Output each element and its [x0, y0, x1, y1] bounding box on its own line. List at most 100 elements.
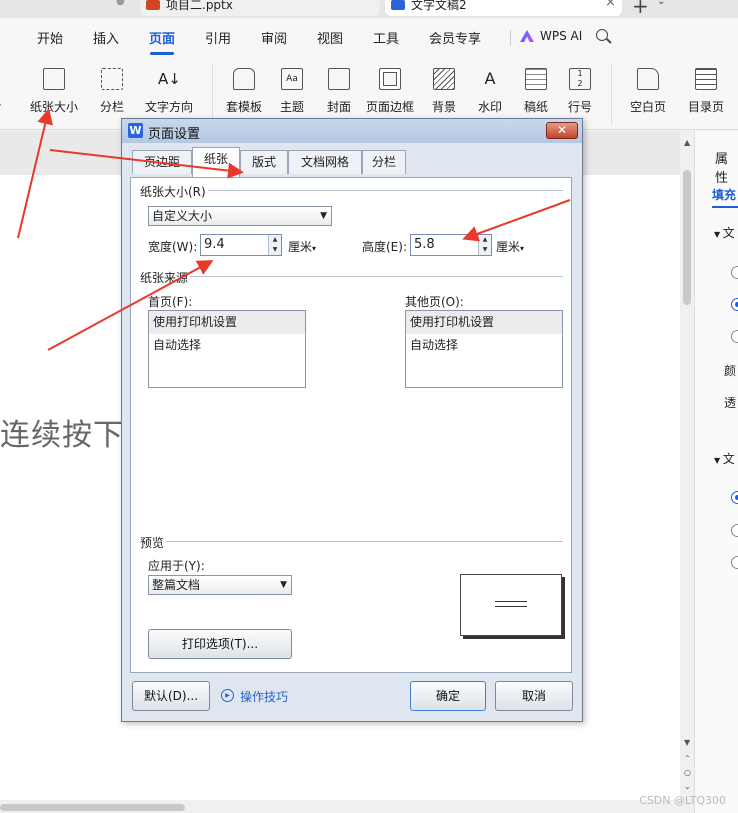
wps-writer-icon: W	[128, 123, 143, 138]
height-value: 5.8	[414, 237, 435, 252]
first-page-label: 首页(F):	[148, 293, 195, 310]
height-input[interactable]: 5.8 ▲ ▼	[410, 234, 492, 256]
first-page-option-auto[interactable]: 自动选择	[149, 334, 305, 357]
other-pages-option-printer[interactable]: 使用打印机设置	[406, 311, 562, 334]
menu-page[interactable]: 页面	[149, 28, 175, 47]
apply-to-label: 应用于(Y):	[148, 557, 207, 574]
ribbon-line-number[interactable]: 12 行号	[548, 68, 612, 124]
property-tab-fill[interactable]: 填充	[712, 186, 736, 203]
fill-option-radio-3[interactable]	[731, 330, 738, 343]
paper-size-icon	[43, 68, 65, 90]
property-section-1[interactable]: ▼ 文	[714, 224, 735, 241]
menu-insert[interactable]: 插入	[93, 28, 119, 47]
tips-link[interactable]: 操作技巧	[240, 688, 288, 705]
tab-doc[interactable]: 文字文稿2 ×	[385, 0, 622, 16]
default-button[interactable]: 默认(D)...	[132, 681, 210, 711]
ribbon-separator-2	[611, 64, 612, 124]
dialog-close-button[interactable]: ✕	[546, 122, 578, 139]
line-option-radio-3[interactable]	[731, 556, 738, 569]
cancel-button[interactable]: 取消	[495, 681, 573, 711]
other-pages-option-auto[interactable]: 自动选择	[406, 334, 562, 357]
property-panel-title: 属性	[715, 152, 729, 186]
cover-icon	[328, 68, 350, 90]
apply-to-select[interactable]: 整篇文档 ▼	[148, 575, 292, 595]
vertical-scroll-thumb[interactable]	[683, 170, 691, 305]
menu-review[interactable]: 审阅	[261, 28, 287, 47]
menu-view[interactable]: 视图	[317, 28, 343, 47]
play-circle-icon: ▶	[221, 689, 234, 702]
manuscript-icon	[525, 68, 547, 90]
page-nav-icons[interactable]: ⌃ ○ ⌄	[684, 752, 691, 794]
scroll-down-icon[interactable]: ▼	[684, 738, 690, 747]
menu-references[interactable]: 引用	[205, 28, 231, 47]
other-pages-source-list[interactable]: 使用打印机设置 自动选择	[405, 310, 563, 388]
menu-divider	[510, 30, 511, 46]
ribbon-text-direction[interactable]: A↓ 文字方向	[137, 68, 201, 124]
line-option-radio-1[interactable]	[731, 491, 738, 504]
paper-source-section-label: 纸张来源	[140, 269, 191, 286]
width-value: 9.4	[204, 237, 225, 252]
width-unit: 厘米	[288, 240, 313, 254]
tab-margins[interactable]: 页边距	[132, 150, 192, 174]
width-input[interactable]: 9.4 ▲ ▼	[200, 234, 282, 256]
tab-pptx[interactable]: 项目二.pptx	[140, 0, 380, 16]
tab-columns[interactable]: 分栏	[362, 150, 406, 174]
ok-button[interactable]: 确定	[410, 681, 486, 711]
chevron-down-icon: ▼	[320, 211, 327, 221]
paper-size-section-label: 纸张大小(R)	[140, 183, 208, 200]
height-stepper[interactable]: ▲ ▼	[478, 235, 491, 255]
property-section-2[interactable]: ▼ 文	[714, 450, 735, 467]
template-icon	[233, 68, 255, 90]
height-unit-select[interactable]: 厘米▾	[496, 238, 527, 255]
text-direction-icon: A↓	[158, 70, 181, 88]
property-section-1-label: 文	[722, 226, 735, 240]
tab-doc-grid[interactable]: 文档网格	[288, 150, 362, 174]
first-page-option-printer[interactable]: 使用打印机设置	[149, 311, 305, 334]
blank-page-icon	[637, 68, 659, 90]
columns-icon	[101, 68, 123, 90]
menu-tools[interactable]: 工具	[373, 28, 399, 47]
menu-start[interactable]: 开始	[37, 28, 63, 47]
scroll-up-icon[interactable]: ▲	[684, 138, 690, 147]
dialog-title-bar[interactable]: W 页面设置 ✕	[122, 119, 582, 143]
menu-member[interactable]: 会员专享	[429, 28, 481, 47]
first-page-source-list[interactable]: 使用打印机设置 自动选择	[148, 310, 306, 388]
width-unit-chevron-icon: ▾	[312, 244, 317, 253]
apply-to-value: 整篇文档	[152, 578, 201, 592]
close-tab-icon[interactable]: ×	[605, 0, 616, 9]
preview-section-label: 预览	[140, 534, 167, 551]
horizontal-scroll-thumb[interactable]	[0, 804, 185, 811]
paper-source-divider	[140, 276, 563, 277]
width-stepper[interactable]: ▲ ▼	[268, 235, 281, 255]
document-text[interactable]: 连续按下	[0, 410, 124, 454]
collapse-icon: ▼	[714, 230, 723, 239]
preview-line-1	[495, 601, 527, 602]
fill-option-radio-1[interactable]	[731, 266, 738, 279]
tab-doc-title: 文字文稿2	[411, 0, 467, 12]
csdn-watermark: CSDN @LTQ300	[639, 794, 726, 807]
tab-paper[interactable]: 纸张	[192, 147, 240, 178]
fill-option-radio-2[interactable]	[731, 298, 738, 311]
background-icon	[433, 68, 455, 90]
ribbon-blank-page[interactable]: 空白页	[616, 68, 680, 124]
ppt-icon	[146, 0, 160, 10]
tab-list-chevron-icon[interactable]: ⌄	[657, 0, 665, 7]
property-transparency-label: 透	[724, 396, 737, 410]
line-option-radio-2[interactable]	[731, 524, 738, 537]
tab-pptx-close-icon[interactable]: ●	[116, 0, 125, 7]
theme-icon: Aa	[281, 68, 303, 90]
ribbon-paper-size[interactable]: 纸张大小	[22, 68, 86, 124]
print-options-button[interactable]: 打印选项(T)...	[148, 629, 292, 659]
ribbon-toc-page[interactable]: 目录页	[674, 68, 738, 124]
paper-size-select[interactable]: 自定义大小 ▼	[148, 206, 332, 226]
menu-wps-ai[interactable]: WPS AI	[540, 29, 582, 43]
property-color-label: 颜	[724, 364, 737, 378]
width-label: 宽度(W):	[148, 238, 200, 255]
page-preview	[460, 574, 562, 636]
new-tab-button[interactable]: +	[632, 0, 649, 18]
tab-layout[interactable]: 版式	[240, 150, 288, 174]
property-section-2-label: 文	[722, 452, 735, 466]
preview-line-2	[495, 606, 527, 607]
ribbon-columns[interactable]: 分栏	[80, 68, 144, 124]
width-unit-select[interactable]: 厘米▾	[288, 238, 319, 255]
